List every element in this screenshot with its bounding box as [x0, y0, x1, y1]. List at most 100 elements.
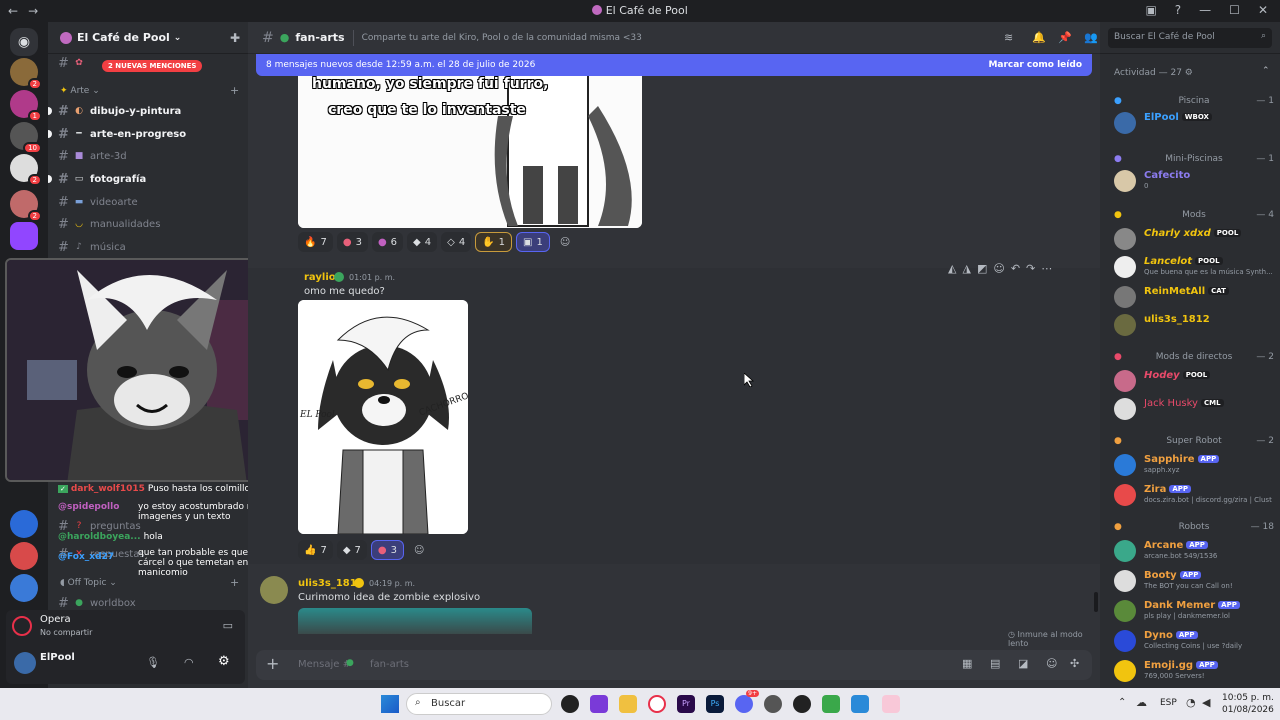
app-icon[interactable] — [822, 695, 840, 713]
category-arte[interactable]: ✦ Arte ⌄ — [60, 86, 100, 96]
channel-item[interactable]: # ◐ dibujo-y-pintura — [48, 101, 238, 121]
help-icon[interactable]: ? — [1175, 3, 1181, 17]
member-item[interactable]: ulis3s_1812 — [1114, 312, 1276, 338]
member-item[interactable]: Cafecito 0 — [1114, 168, 1276, 194]
new-mentions-pill[interactable]: 2 NUEVAS MENCIONES — [102, 60, 203, 72]
avatar[interactable] — [14, 652, 36, 674]
server-icon[interactable]: 2 — [10, 190, 42, 222]
forward-icon[interactable]: ↷ — [1026, 262, 1035, 275]
microphone-icon[interactable]: 🎙 — [146, 656, 160, 669]
server-icon[interactable]: 2 — [10, 154, 42, 186]
gift-icon[interactable]: ▦ — [962, 657, 972, 670]
channel-item[interactable]: # ━ arte-en-progreso — [48, 124, 238, 144]
reaction[interactable]: ✋ 1 — [475, 232, 513, 252]
member-item[interactable]: Sapphire APP sapph.xyz — [1114, 452, 1276, 478]
inbox-icon[interactable]: ▣ — [1145, 3, 1156, 17]
reaction[interactable]: ● 3 — [336, 232, 368, 252]
reaction-fire[interactable]: 🔥 7 — [298, 232, 333, 252]
server-icon[interactable]: 2 — [10, 58, 42, 90]
premiere-icon[interactable]: Pr — [677, 695, 695, 713]
onedrive-icon[interactable]: ☁ — [1136, 696, 1147, 709]
language-indicator[interactable]: ESP — [1160, 698, 1177, 708]
channel-item[interactable]: # ▬ videoarte — [58, 192, 238, 212]
app-icon[interactable] — [561, 695, 579, 713]
headphones-icon[interactable]: ◠ — [184, 656, 194, 669]
screen-share-icon[interactable]: ▭ — [223, 619, 233, 632]
minimize-button[interactable]: — — [1199, 3, 1211, 17]
reaction[interactable]: ◆ 4 — [407, 232, 438, 252]
new-messages-bar[interactable]: 8 mensajes nuevos desde 12:59 a.m. el 28… — [256, 54, 1092, 76]
attachment-image[interactable] — [298, 608, 532, 634]
app-icon[interactable] — [764, 695, 782, 713]
server-header[interactable]: El Café de Pool ⌄ ✚ — [48, 22, 248, 54]
channel-item[interactable]: # ■ arte-3d — [58, 146, 238, 166]
member-item[interactable]: Jack Husky CML — [1114, 396, 1276, 422]
username[interactable]: ElPool — [40, 652, 75, 663]
more-icon[interactable]: ⋯ — [1041, 262, 1052, 275]
app-icon[interactable] — [882, 695, 900, 713]
chevron-up-icon[interactable]: ⌃ — [1262, 66, 1270, 76]
add-attachment-button[interactable]: + — [266, 654, 279, 673]
gear-icon[interactable]: ⚙ — [218, 654, 230, 669]
windows-start-icon[interactable] — [381, 695, 399, 713]
member-item[interactable]: ElPool WBOX — [1114, 110, 1276, 136]
attachment-image[interactable]: humano, yo siempre fui furro, creo que t… — [298, 76, 642, 228]
member-item[interactable]: Charly xdxd POOL — [1114, 226, 1276, 252]
server-icon[interactable]: 1 — [10, 90, 42, 122]
reaction[interactable]: ● 3 — [370, 540, 405, 560]
gif-icon[interactable]: ▤ — [990, 657, 1000, 670]
member-item[interactable]: ReinMetAll CAT — [1114, 284, 1276, 310]
member-item[interactable]: Emoji.gg APP 769,000 Servers! — [1114, 658, 1276, 684]
speaker-icon[interactable]: ◀ — [1202, 696, 1210, 709]
reaction[interactable]: ◇ 4 — [441, 232, 472, 252]
search-input[interactable]: Buscar El Café de Pool ⌕ — [1108, 28, 1272, 48]
reaction[interactable]: ◆ 7 — [336, 540, 367, 560]
reaction[interactable]: 👍 7 — [298, 540, 333, 560]
sticker-icon[interactable]: ◪ — [1018, 657, 1028, 670]
clock-date[interactable]: 01/08/2026 — [1222, 705, 1274, 715]
emoji-icon[interactable]: ☺ — [1046, 657, 1057, 670]
channel-topic[interactable]: Comparte tu arte del Kiro, Pool o de la … — [362, 33, 642, 43]
add-reaction-icon[interactable]: ☺ — [408, 540, 430, 560]
add-channel-icon[interactable]: + — [230, 84, 239, 97]
reaction-icon[interactable]: ◩ — [977, 262, 987, 275]
channel-item[interactable]: # ♪ música — [58, 237, 238, 257]
member-item[interactable]: Dyno APP Collecting Coins | use ?daily — [1114, 628, 1276, 654]
add-user-icon[interactable]: ✚ — [230, 31, 240, 45]
app-icon[interactable] — [851, 695, 869, 713]
app-icon[interactable] — [590, 695, 608, 713]
clock-time[interactable]: 10:05 p. m. — [1222, 693, 1274, 703]
server-icon[interactable]: 10 — [10, 122, 42, 154]
member-item[interactable]: Dank Memer APP pls play | dankmemer.lol — [1114, 598, 1276, 624]
photoshop-icon[interactable]: Ps — [706, 695, 724, 713]
channel-item[interactable]: # ▭ fotografía — [48, 169, 238, 189]
maximize-button[interactable]: ☐ — [1229, 3, 1240, 17]
home-button[interactable]: ◉ — [10, 28, 38, 56]
chevron-up-icon[interactable]: ⌃ — [1118, 697, 1126, 708]
mark-read-button[interactable]: Marcar como leído — [988, 60, 1082, 70]
member-item[interactable]: Arcane APP arcane.bot 549/1536 — [1114, 538, 1276, 564]
reaction[interactable]: ● 6 — [371, 232, 404, 252]
threads-icon[interactable]: ≋ — [1004, 31, 1013, 44]
avatar[interactable] — [260, 576, 288, 604]
discord-icon[interactable]: 9+ — [735, 690, 759, 713]
add-reaction-icon[interactable]: ☺ — [993, 262, 1004, 275]
folder-icon[interactable] — [619, 695, 637, 713]
apps-icon[interactable]: ✣ — [1070, 657, 1079, 670]
bell-icon[interactable]: 🔔 — [1032, 31, 1046, 44]
reply-icon[interactable]: ↶ — [1011, 262, 1020, 275]
opera-icon[interactable] — [648, 695, 666, 713]
close-button[interactable]: ✕ — [1258, 3, 1268, 17]
member-item[interactable]: Zira APP docs.zira.bot | discord.gg/zira |… — [1114, 482, 1276, 508]
attachment-image[interactable]: CACHORRO EL Pool — [298, 300, 468, 534]
author-name[interactable]: raylio — [304, 272, 336, 283]
member-item[interactable]: Hodey POOL — [1114, 368, 1276, 394]
member-item[interactable]: Booty APP The BOT you can Call on! — [1114, 568, 1276, 594]
message-composer[interactable]: + Mensaje # ● fan-arts ▦ ▤ ◪ ☺ ✣ — [256, 650, 1092, 680]
channel-item[interactable]: # ◡ manualidades — [58, 214, 238, 234]
wifi-icon[interactable]: ◔ — [1186, 696, 1196, 709]
reaction-icon[interactable]: ◮ — [962, 262, 970, 275]
twitch-icon[interactable] — [10, 222, 38, 250]
members-icon[interactable]: 👥 — [1084, 31, 1098, 44]
reaction-icon[interactable]: ◭ — [948, 262, 956, 275]
